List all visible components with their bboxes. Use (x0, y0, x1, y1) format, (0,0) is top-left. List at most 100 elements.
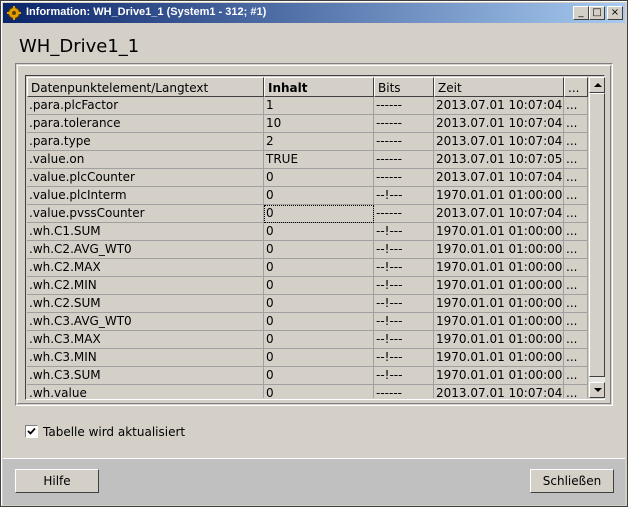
cell-content[interactable]: 2 (264, 133, 374, 151)
cell-time[interactable]: 2013.07.01 10:07:04.9 (434, 385, 564, 398)
cell-element[interactable]: .value.plcCounter (27, 169, 264, 187)
cell-bits[interactable]: --!--- (374, 277, 434, 295)
cell-time[interactable]: 1970.01.01 01:00:00.0 (434, 313, 564, 331)
cell-element[interactable]: .value.plcInterm (27, 187, 264, 205)
cell-time[interactable]: 2013.07.01 10:07:04.9 (434, 169, 564, 187)
cell-element[interactable]: .wh.C2.MAX (27, 259, 264, 277)
cell-time[interactable]: 2013.07.01 10:07:04.9 (434, 97, 564, 115)
scroll-up-button[interactable] (589, 77, 605, 93)
cell-element[interactable]: .wh.C2.AVG_WT0 (27, 241, 264, 259)
cell-bits[interactable]: ------ (374, 133, 434, 151)
table-row[interactable]: .wh.C1.SUM 0 --!--- 1970.01.01 01:00:00.0..… (27, 223, 588, 241)
cell-bits[interactable]: ------ (374, 385, 434, 398)
cell-more[interactable]: ... (564, 295, 588, 313)
cell-time[interactable]: 2013.07.01 10:07:05.0 (434, 151, 564, 169)
cell-element[interactable]: .wh.C3.SUM (27, 367, 264, 385)
cell-more[interactable]: ... (564, 313, 588, 331)
cell-content[interactable]: 0 (264, 295, 374, 313)
cell-element[interactable]: .wh.C2.MIN (27, 277, 264, 295)
cell-content[interactable]: 0 (264, 277, 374, 295)
cell-time[interactable]: 2013.07.01 10:07:04.9 (434, 133, 564, 151)
cell-element[interactable]: .wh.C3.MIN (27, 349, 264, 367)
cell-more[interactable]: ... (564, 259, 588, 277)
cell-content[interactable]: 0 (264, 223, 374, 241)
cell-element[interactable]: .value.pvssCounter (27, 205, 264, 223)
cell-more[interactable]: ... (564, 223, 588, 241)
cell-element[interactable]: .wh.value (27, 385, 264, 398)
cell-more[interactable]: ... (564, 241, 588, 259)
close-button[interactable]: × (607, 6, 623, 20)
table-row[interactable]: .wh.C2.MAX 0 --!--- 1970.01.01 01:00:00.0..… (27, 259, 588, 277)
cell-element[interactable]: .para.type (27, 133, 264, 151)
scroll-down-button[interactable] (589, 382, 605, 398)
cell-more[interactable]: ... (564, 169, 588, 187)
table-row[interactable]: .wh.C2.SUM 0 --!--- 1970.01.01 01:00:00.0..… (27, 295, 588, 313)
cell-content[interactable]: 0 (264, 205, 374, 223)
cell-element[interactable]: .para.tolerance (27, 115, 264, 133)
cell-element[interactable]: .wh.C3.AVG_WT0 (27, 313, 264, 331)
maximize-button[interactable]: □ (589, 6, 605, 20)
scroll-thumb[interactable] (589, 93, 605, 377)
table-row[interactable]: .value.pvssCounter 0 ------ 2013.07.01 10:0… (27, 205, 588, 223)
cell-bits[interactable]: ------ (374, 151, 434, 169)
column-header-element[interactable]: Datenpunktelement/Langtext (27, 77, 264, 97)
cell-time[interactable]: 2013.07.01 10:07:04.9 (434, 205, 564, 223)
cell-time[interactable]: 1970.01.01 01:00:00.0 (434, 259, 564, 277)
table-row[interactable]: .para.type 2 ------ 2013.07.01 10:07:04.9..… (27, 133, 588, 151)
cell-content[interactable]: 10 (264, 115, 374, 133)
table-row[interactable]: .para.plcFactor 1 ------ 2013.07.01 10:07:0… (27, 97, 588, 115)
cell-bits[interactable]: --!--- (374, 367, 434, 385)
cell-bits[interactable]: --!--- (374, 295, 434, 313)
cell-more[interactable]: ... (564, 367, 588, 385)
column-header-bits[interactable]: Bits (374, 77, 434, 97)
cell-more[interactable]: ... (564, 331, 588, 349)
cell-time[interactable]: 1970.01.01 01:00:00.0 (434, 277, 564, 295)
table-row[interactable]: .wh.C2.MIN 0 --!--- 1970.01.01 01:00:00.0..… (27, 277, 588, 295)
cell-bits[interactable]: --!--- (374, 313, 434, 331)
table-row[interactable]: .wh.C3.MIN 0 --!--- 1970.01.01 01:00:00.0..… (27, 349, 588, 367)
auto-refresh-checkbox[interactable] (25, 425, 38, 438)
cell-content[interactable]: 0 (264, 187, 374, 205)
cell-more[interactable]: ... (564, 349, 588, 367)
cell-bits[interactable]: --!--- (374, 187, 434, 205)
cell-more[interactable]: ... (564, 115, 588, 133)
cell-time[interactable]: 1970.01.01 01:00:00.0 (434, 187, 564, 205)
cell-time[interactable]: 2013.07.01 10:07:04.9 (434, 115, 564, 133)
cell-more[interactable]: ... (564, 277, 588, 295)
cell-element[interactable]: .wh.C2.SUM (27, 295, 264, 313)
cell-element[interactable]: .wh.C3.MAX (27, 331, 264, 349)
cell-more[interactable]: ... (564, 151, 588, 169)
cell-bits[interactable]: ------ (374, 205, 434, 223)
table-row[interactable]: .value.on TRUE ------ 2013.07.01 10:07:05.0… (27, 151, 588, 169)
cell-content[interactable]: 0 (264, 241, 374, 259)
cell-time[interactable]: 1970.01.01 01:00:00.0 (434, 349, 564, 367)
cell-content[interactable]: 0 (264, 331, 374, 349)
cell-content[interactable]: 0 (264, 259, 374, 277)
cell-content[interactable]: 0 (264, 349, 374, 367)
minimize-button[interactable]: _ (573, 6, 589, 20)
cell-content[interactable]: 0 (264, 367, 374, 385)
cell-bits[interactable]: --!--- (374, 331, 434, 349)
cell-content[interactable]: 0 (264, 385, 374, 398)
table-row[interactable]: .wh.value 0 ------ 2013.07.01 10:07:04.9... (27, 385, 588, 398)
cell-time[interactable]: 1970.01.01 01:00:00.0 (434, 295, 564, 313)
cell-content[interactable]: 0 (264, 313, 374, 331)
cell-element[interactable]: .para.plcFactor (27, 97, 264, 115)
cell-time[interactable]: 1970.01.01 01:00:00.0 (434, 223, 564, 241)
title-bar[interactable]: Information: WH_Drive1_1 (System1 - 312;… (3, 3, 625, 23)
column-header-content[interactable]: Inhalt (264, 77, 374, 97)
cell-bits[interactable]: ------ (374, 169, 434, 187)
column-header-time[interactable]: Zeit (434, 77, 564, 97)
cell-time[interactable]: 1970.01.01 01:00:00.0 (434, 241, 564, 259)
cell-bits[interactable]: ------ (374, 97, 434, 115)
table-row[interactable]: .wh.C3.SUM 0 --!--- 1970.01.01 01:00:00.0..… (27, 367, 588, 385)
cell-element[interactable]: .value.on (27, 151, 264, 169)
cell-bits[interactable]: --!--- (374, 223, 434, 241)
cell-bits[interactable]: ------ (374, 115, 434, 133)
table-row[interactable]: .value.plcCounter 0 ------ 2013.07.01 10:07… (27, 169, 588, 187)
cell-time[interactable]: 1970.01.01 01:00:00.0 (434, 331, 564, 349)
table-row[interactable]: .wh.C2.AVG_WT0 0 --!--- 1970.01.01 01:00:00… (27, 241, 588, 259)
cell-more[interactable]: ... (564, 205, 588, 223)
cell-more[interactable]: ... (564, 133, 588, 151)
cell-content[interactable]: TRUE (264, 151, 374, 169)
